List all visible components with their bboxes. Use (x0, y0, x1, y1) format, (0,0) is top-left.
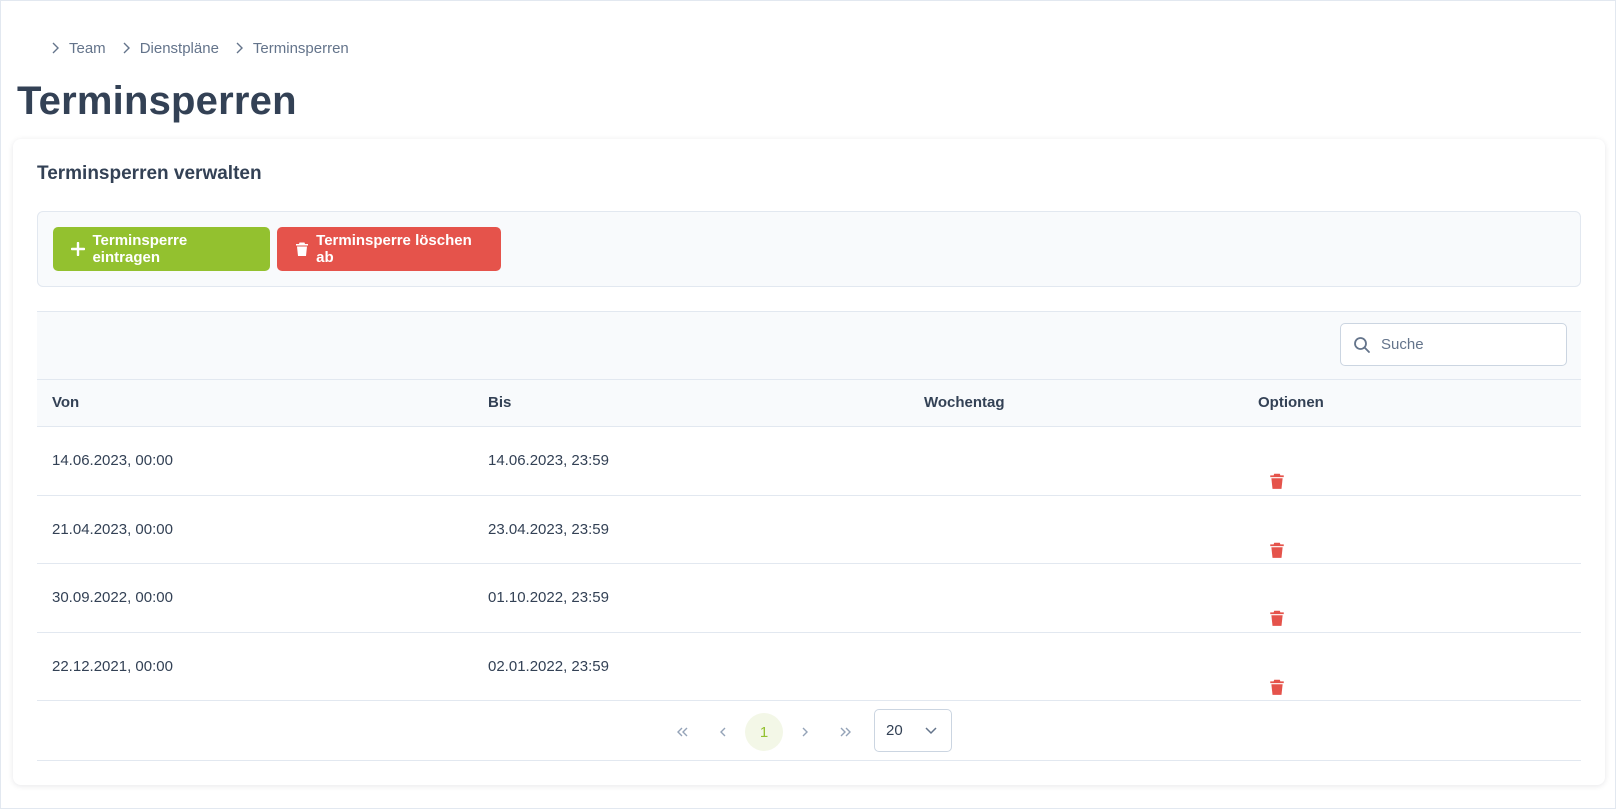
search-input[interactable] (1381, 336, 1551, 353)
cell-bis: 23.04.2023, 23:59 (488, 520, 609, 538)
next-page-button[interactable] (786, 713, 824, 751)
search-field[interactable] (1340, 323, 1567, 366)
cell-von: 30.09.2022, 00:00 (52, 589, 173, 606)
delete-button-label: Terminsperre löschen ab (316, 232, 472, 266)
cell-bis: 14.06.2023, 23:59 (488, 452, 609, 469)
breadcrumb-label: Terminsperren (252, 39, 349, 57)
breadcrumb: Team Dienstpläne Terminsperren (45, 37, 359, 59)
previous-page-button[interactable] (704, 713, 742, 751)
table-toolbar (37, 311, 1581, 379)
rows-per-page-select[interactable]: 20 (874, 709, 952, 752)
delete-row-trash-icon[interactable] (1269, 589, 1287, 626)
breadcrumb-item-terminsperren: Terminsperren (229, 38, 359, 58)
cell-von: 21.04.2023, 00:00 (52, 520, 173, 538)
delete-row-trash-icon[interactable] (1269, 452, 1287, 489)
table-body: 14.06.2023, 00:00 14.06.2023, 23:59 21.0… (37, 427, 1581, 701)
add-button-label: Terminsperre eintragen (92, 232, 188, 266)
page-button-1[interactable]: 1 (745, 713, 783, 751)
column-header-wochentag[interactable]: Wochentag (924, 380, 1005, 426)
terminsperren-card: Terminsperren verwalten Terminsperre ein… (13, 139, 1605, 785)
rows-per-page-value: 20 (886, 722, 903, 739)
column-header-bis[interactable]: Bis (488, 380, 511, 426)
chevron-right-icon (802, 727, 808, 737)
page-title: Terminsperren (17, 79, 297, 123)
breadcrumb-label: Dienstpläne (139, 39, 219, 57)
action-toolbar: Terminsperre eintragen Terminsperre lösc… (37, 211, 1581, 287)
table-header: Von Bis Wochentag Optionen (37, 379, 1581, 427)
trash-icon (293, 240, 310, 258)
card-title: Terminsperren verwalten (37, 163, 262, 184)
last-page-button[interactable] (827, 713, 865, 751)
table-row: 14.06.2023, 00:00 14.06.2023, 23:59 (37, 427, 1581, 496)
delete-terminsperre-button[interactable]: Terminsperre löschen ab (277, 227, 501, 271)
delete-row-trash-icon[interactable] (1269, 658, 1287, 695)
cell-bis: 02.01.2022, 23:59 (488, 657, 609, 675)
breadcrumb-item-dienstplaene[interactable]: Dienstpläne (116, 38, 229, 58)
table-row: 21.04.2023, 00:00 23.04.2023, 23:59 (37, 496, 1581, 564)
table-row: 22.12.2021, 00:00 02.01.2022, 23:59 (37, 633, 1581, 701)
column-header-von[interactable]: Von (52, 380, 79, 426)
add-terminsperre-button[interactable]: Terminsperre eintragen (53, 227, 270, 271)
chevron-down-icon (923, 722, 941, 740)
search-icon (1353, 336, 1371, 354)
delete-row-trash-icon[interactable] (1269, 521, 1287, 558)
page: Team Dienstpläne Terminsperren Terminspe… (0, 0, 1616, 809)
double-chevron-right-icon (840, 727, 851, 737)
pagination: 1 20 (37, 701, 1581, 761)
breadcrumb-label: Team (69, 39, 106, 57)
double-chevron-left-icon (677, 727, 688, 737)
cell-bis: 01.10.2022, 23:59 (488, 589, 609, 606)
table-row: 30.09.2022, 00:00 01.10.2022, 23:59 (37, 564, 1581, 633)
cell-von: 22.12.2021, 00:00 (52, 657, 173, 675)
chevron-right-icon (45, 38, 65, 58)
chevron-right-icon (116, 38, 136, 58)
first-page-button[interactable] (663, 713, 701, 751)
plus-icon (69, 240, 86, 258)
chevron-right-icon (229, 38, 249, 58)
breadcrumb-item-team[interactable]: Team (45, 38, 116, 58)
chevron-left-icon (720, 727, 726, 737)
cell-von: 14.06.2023, 00:00 (52, 452, 173, 469)
column-header-optionen: Optionen (1258, 394, 1324, 411)
